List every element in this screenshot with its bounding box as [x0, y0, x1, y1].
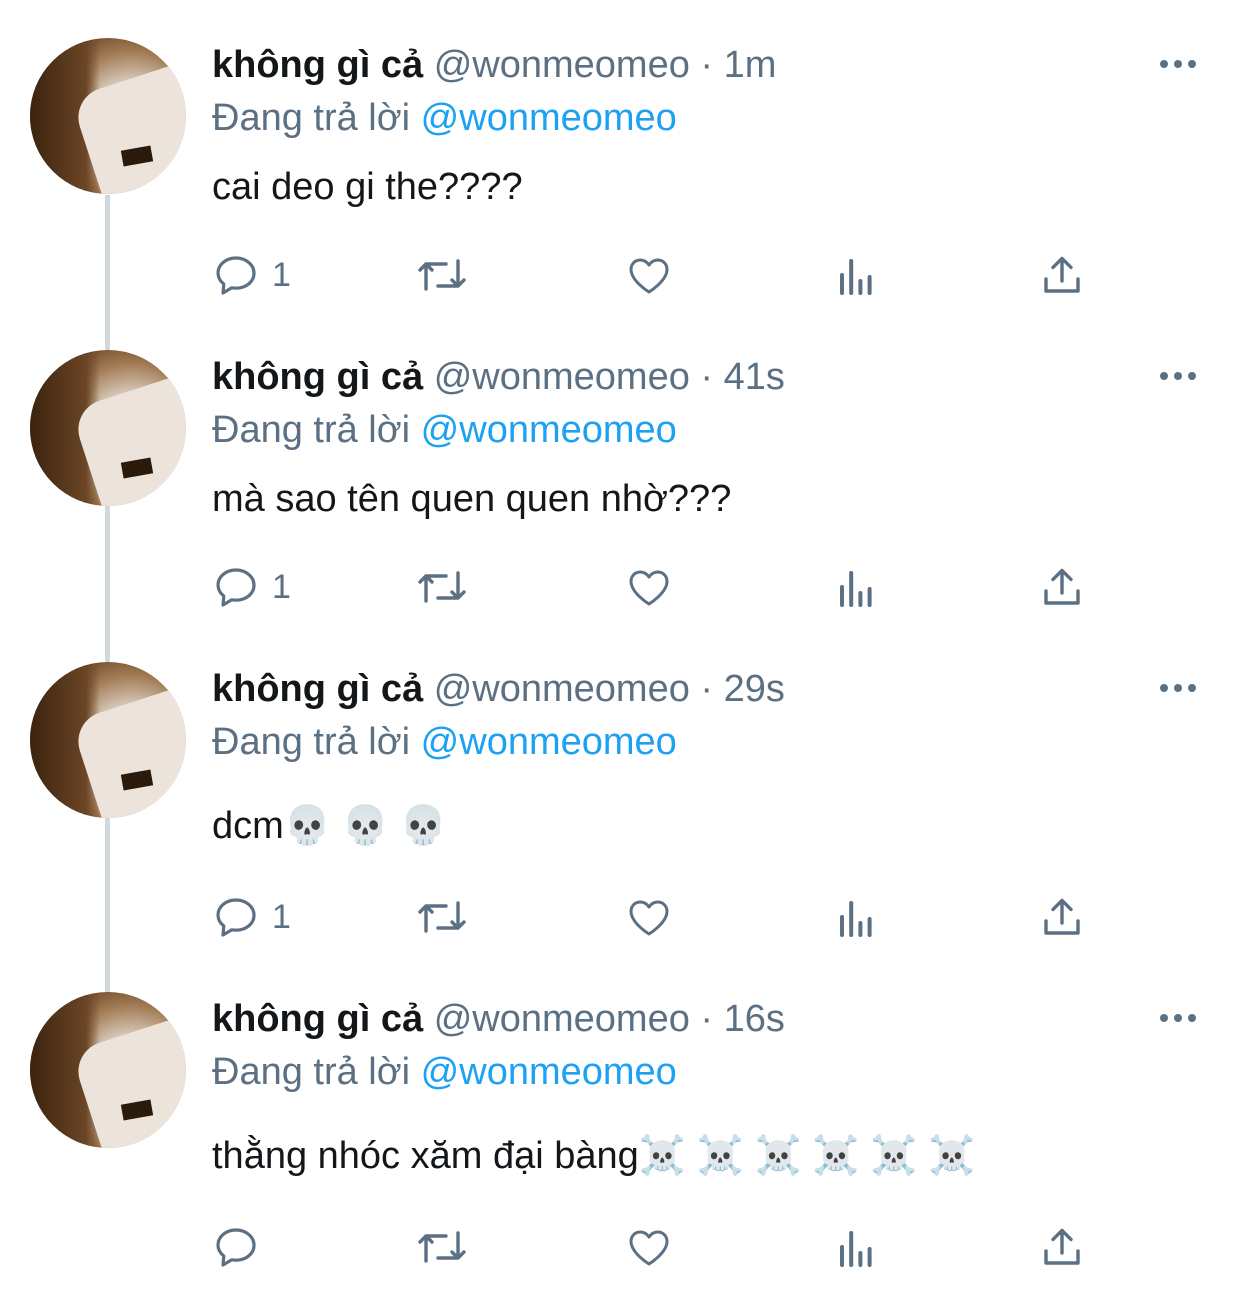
share-icon [1044, 256, 1080, 293]
tweet-header: không gì cả @wonmeomeo · 1m [212, 43, 776, 87]
reply-button[interactable]: 1 [212, 250, 291, 300]
separator: · [689, 44, 724, 86]
like-button[interactable] [624, 562, 674, 612]
tweet-text: cai deo gi the???? [212, 166, 523, 208]
analytics-button[interactable] [832, 562, 880, 612]
more-icon[interactable] [1160, 370, 1200, 382]
reply-button[interactable] [212, 1222, 272, 1272]
analytics-icon [840, 571, 872, 607]
replying-label: Đang trả lời [212, 721, 411, 763]
replying-to: Đang trả lời @wonmeomeo [212, 720, 677, 764]
avatar[interactable] [30, 38, 186, 194]
share-icon [1044, 898, 1080, 935]
display-name[interactable]: không gì cả [212, 668, 423, 710]
avatar[interactable] [30, 350, 186, 506]
reply-button[interactable]: 1 [212, 562, 291, 612]
handle[interactable]: @wonmeomeo [434, 356, 690, 398]
analytics-button[interactable] [832, 1222, 880, 1272]
handle[interactable]: @wonmeomeo [434, 998, 690, 1040]
tweet-text: dcm💀 💀 💀 [212, 805, 447, 847]
analytics-icon [840, 259, 872, 295]
mention-link[interactable]: @wonmeomeo [421, 721, 677, 763]
tweet[interactable]: không gì cả @wonmeomeo · 1m Đang trả lời… [0, 0, 1242, 330]
tweet[interactable]: không gì cả @wonmeomeo · 41s Đang trả lờ… [0, 312, 1242, 642]
replying-label: Đang trả lời [212, 1051, 411, 1093]
tweet-text: mà sao tên quen quen nhờ??? [212, 478, 732, 520]
reply-count: 1 [272, 255, 291, 294]
more-icon[interactable] [1160, 682, 1200, 694]
timestamp[interactable]: 41s [724, 356, 785, 398]
display-name[interactable]: không gì cả [212, 44, 423, 86]
mention-link[interactable]: @wonmeomeo [421, 1051, 677, 1093]
avatar[interactable] [30, 992, 186, 1148]
reply-icon [216, 1228, 256, 1267]
replying-to: Đang trả lời @wonmeomeo [212, 1050, 677, 1094]
tweet-header: không gì cả @wonmeomeo · 16s [212, 997, 785, 1041]
display-name[interactable]: không gì cả [212, 998, 423, 1040]
like-button[interactable] [624, 1222, 674, 1272]
handle[interactable]: @wonmeomeo [434, 668, 690, 710]
retweet-icon [418, 571, 466, 603]
analytics-button[interactable] [832, 250, 880, 300]
share-icon [1044, 1228, 1080, 1265]
timestamp[interactable]: 1m [724, 44, 777, 86]
handle[interactable]: @wonmeomeo [434, 44, 690, 86]
retweet-button[interactable] [414, 892, 470, 942]
tweet[interactable]: không gì cả @wonmeomeo · 16s Đang trả lờ… [0, 954, 1242, 1299]
mention-link[interactable]: @wonmeomeo [421, 409, 677, 451]
avatar[interactable] [30, 662, 186, 818]
tweet-header: không gì cả @wonmeomeo · 29s [212, 667, 785, 711]
share-button[interactable] [1038, 1222, 1086, 1272]
analytics-icon [840, 901, 872, 937]
separator: · [689, 998, 724, 1040]
more-icon[interactable] [1160, 58, 1200, 70]
mention-link[interactable]: @wonmeomeo [421, 97, 677, 139]
retweet-button[interactable] [414, 250, 470, 300]
like-button[interactable] [624, 250, 674, 300]
reply-button[interactable]: 1 [212, 892, 291, 942]
tweet[interactable]: không gì cả @wonmeomeo · 29s Đang trả lờ… [0, 624, 1242, 964]
separator: · [689, 356, 724, 398]
more-icon[interactable] [1160, 1012, 1200, 1024]
like-icon [629, 258, 669, 294]
reply-count: 1 [272, 897, 291, 936]
replying-label: Đang trả lời [212, 409, 411, 451]
replying-to: Đang trả lời @wonmeomeo [212, 96, 677, 140]
like-icon [629, 570, 669, 606]
share-icon [1044, 568, 1080, 605]
reply-icon [216, 256, 256, 295]
like-icon [629, 1230, 669, 1266]
tweet-text: thằng nhóc xăm đại bàng☠️ ☠️ ☠️ ☠️ ☠️ ☠️ [212, 1135, 976, 1177]
retweet-button[interactable] [414, 1222, 470, 1272]
action-bar [212, 1222, 1112, 1272]
tweet-header: không gì cả @wonmeomeo · 41s [212, 355, 785, 399]
share-button[interactable] [1038, 892, 1086, 942]
share-button[interactable] [1038, 562, 1086, 612]
reply-count: 1 [272, 567, 291, 606]
action-bar: 1 [212, 562, 1112, 612]
separator: · [689, 668, 724, 710]
timestamp[interactable]: 16s [724, 998, 785, 1040]
display-name[interactable]: không gì cả [212, 356, 423, 398]
retweet-icon [418, 259, 466, 291]
like-button[interactable] [624, 892, 674, 942]
retweet-icon [418, 1231, 466, 1263]
replying-label: Đang trả lời [212, 97, 411, 139]
analytics-button[interactable] [832, 892, 880, 942]
like-icon [629, 900, 669, 936]
retweet-icon [418, 901, 466, 933]
action-bar: 1 [212, 892, 1112, 942]
action-bar: 1 [212, 250, 1112, 300]
reply-icon [216, 568, 256, 607]
analytics-icon [840, 1231, 872, 1267]
retweet-button[interactable] [414, 562, 470, 612]
share-button[interactable] [1038, 250, 1086, 300]
timestamp[interactable]: 29s [724, 668, 785, 710]
reply-icon [216, 898, 256, 937]
replying-to: Đang trả lời @wonmeomeo [212, 408, 677, 452]
